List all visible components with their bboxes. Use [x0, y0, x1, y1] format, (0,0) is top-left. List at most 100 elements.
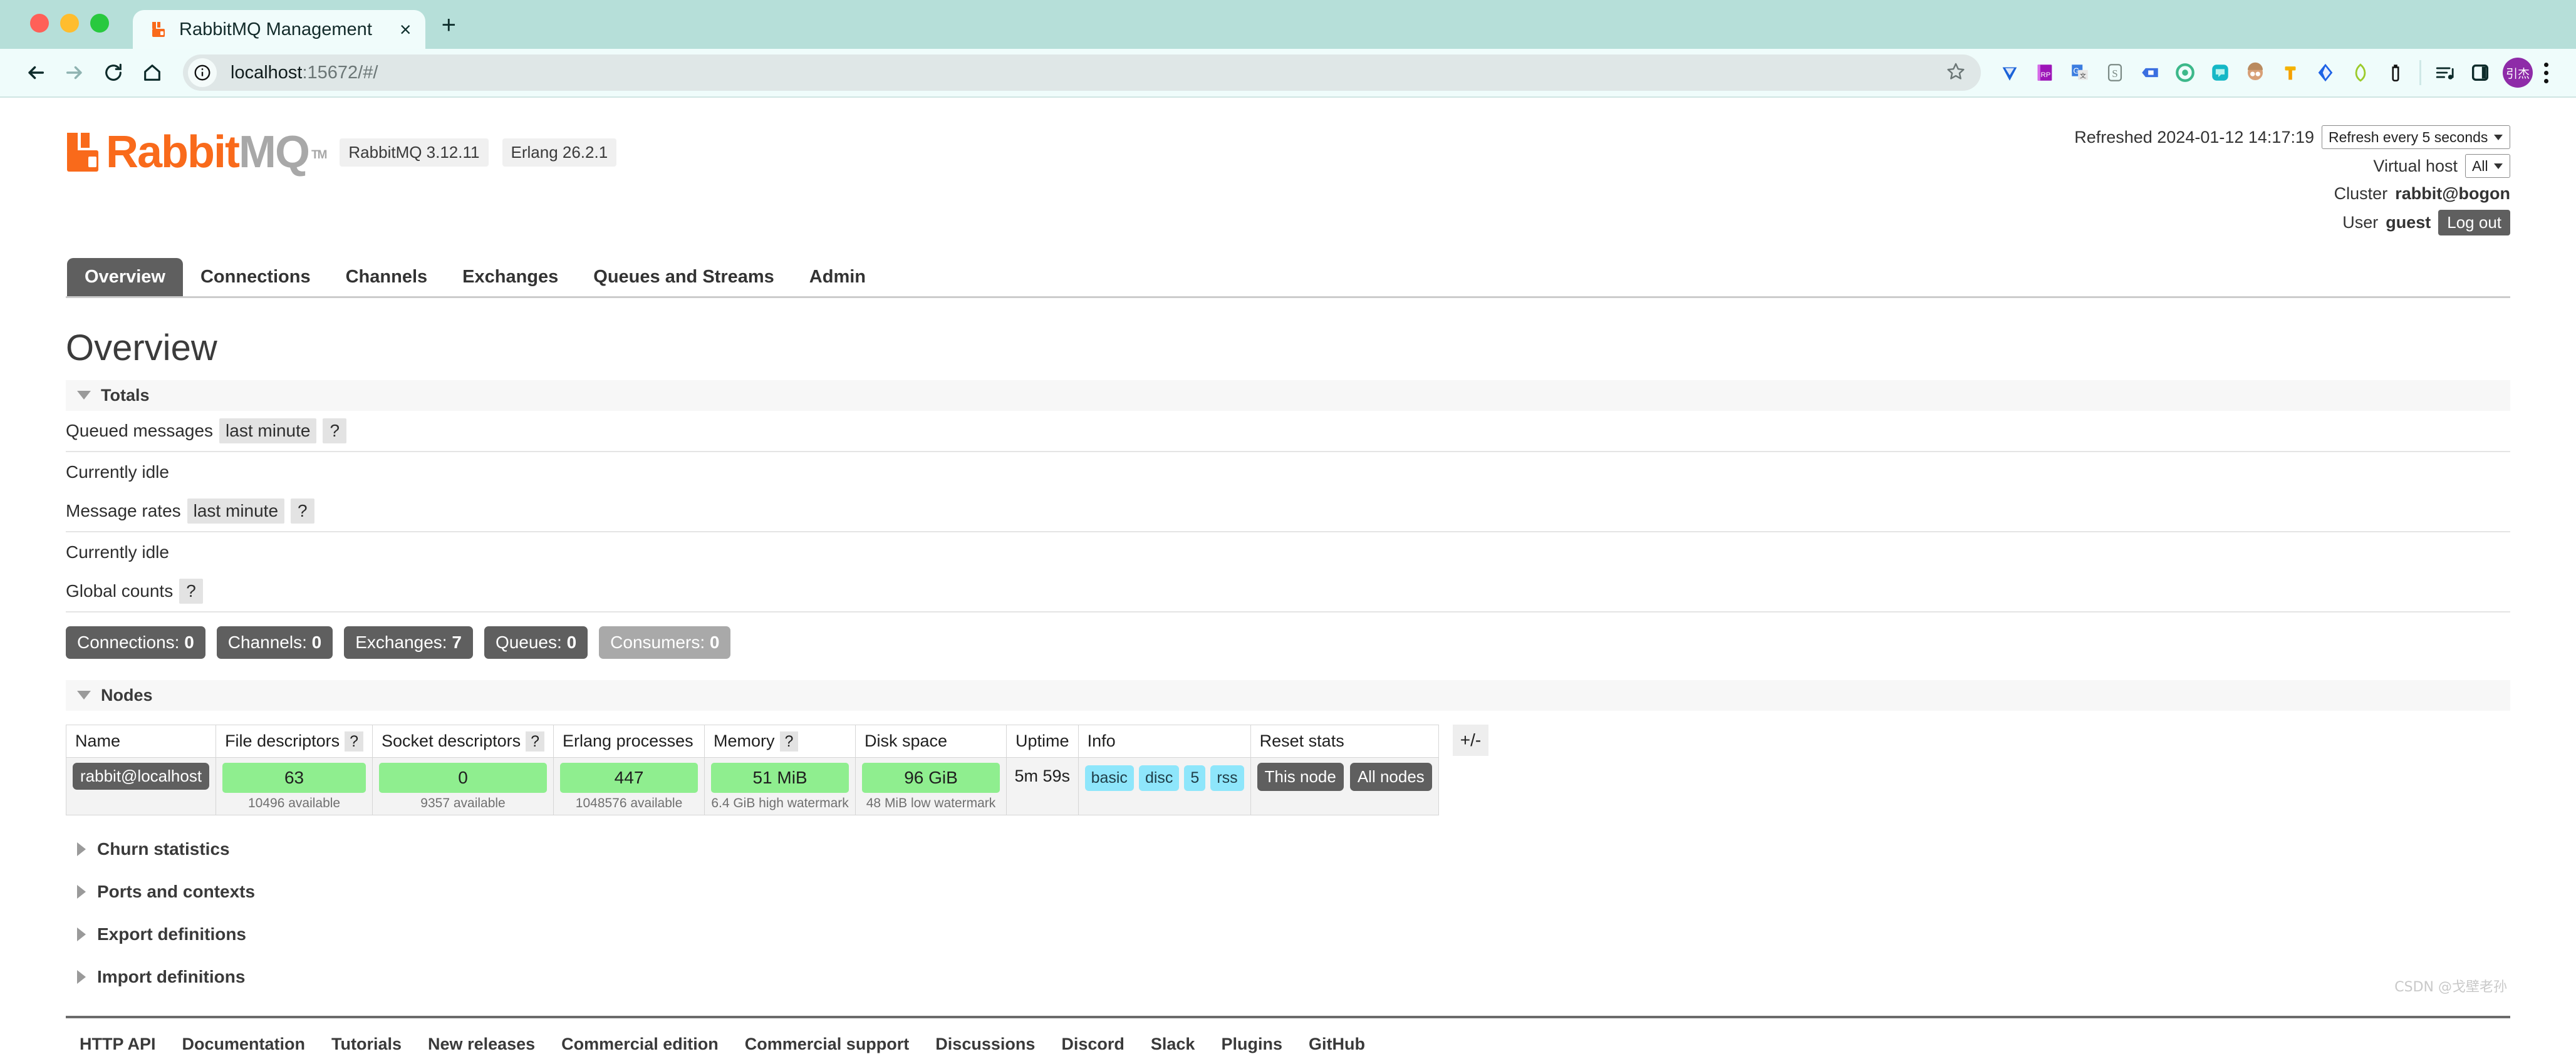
ext-google-translate-icon[interactable]: G文 [2062, 55, 2097, 90]
info-chip-basic[interactable]: basic [1084, 765, 1134, 791]
bookmark-star-icon[interactable] [1946, 61, 1966, 85]
col-reset-stats[interactable]: Reset stats [1250, 724, 1439, 758]
forward-arrow-icon[interactable] [55, 53, 94, 92]
footer-link-commercial-edition[interactable]: Commercial edition [561, 1035, 719, 1054]
col-erlang-processes[interactable]: Erlang processes [553, 724, 705, 758]
ext-hammer-orange-icon[interactable] [2273, 55, 2308, 90]
totals-section-header[interactable]: Totals [66, 380, 2510, 411]
col-socket-descriptors[interactable]: Socket descriptors? [372, 724, 554, 758]
tab-queues-and-streams[interactable]: Queues and Streams [576, 258, 792, 296]
section-export-definitions[interactable]: Export definitions [66, 913, 2510, 956]
badge-exchanges[interactable]: Exchanges: 7 [344, 626, 473, 659]
file-descriptors-bar: 63 [222, 762, 366, 793]
logout-button[interactable]: Log out [2438, 209, 2510, 235]
memory-sub: 6.4 GiB high watermark [711, 795, 849, 810]
queued-messages-help-icon[interactable]: ? [323, 418, 347, 443]
node-name-pill[interactable]: rabbit@localhost [73, 762, 210, 790]
rabbitmq-logo-icon [66, 132, 106, 173]
col-file-descriptors[interactable]: File descriptors? [216, 724, 373, 758]
footer-link-documentation[interactable]: Documentation [182, 1035, 306, 1054]
nodes-section-header[interactable]: Nodes [66, 679, 2510, 711]
footer-link-slack[interactable]: Slack [1151, 1035, 1195, 1054]
ext-s-badge-icon[interactable]: S [2097, 55, 2132, 90]
footer-link-github[interactable]: GitHub [1309, 1035, 1365, 1054]
footer-link-commercial-support[interactable]: Commercial support [745, 1035, 910, 1054]
global-counts-help-icon[interactable]: ? [179, 578, 203, 604]
back-arrow-icon[interactable] [16, 53, 55, 92]
close-window-button[interactable] [30, 14, 49, 33]
info-chip-disc[interactable]: disc [1138, 765, 1180, 791]
socket-descriptors-help-icon[interactable]: ? [526, 731, 545, 752]
tab-connections[interactable]: Connections [183, 258, 328, 296]
tab-admin[interactable]: Admin [792, 258, 883, 296]
address-bar-url: localhost:15672/#/ [231, 62, 378, 83]
reset-all-nodes-button[interactable]: All nodes [1349, 762, 1432, 791]
ext-diamond-blue-icon[interactable] [1992, 55, 2027, 90]
chevron-right-icon [77, 927, 86, 941]
badge-queues[interactable]: Queues: 0 [484, 626, 588, 659]
col-info[interactable]: Info [1078, 724, 1251, 758]
col-uptime[interactable]: Uptime [1006, 724, 1079, 758]
badge-channels[interactable]: Channels: 0 [216, 626, 333, 659]
footer-link-http-api[interactable]: HTTP API [80, 1035, 156, 1054]
message-rates-period-chip[interactable]: last minute [187, 498, 285, 524]
footer-link-discord[interactable]: Discord [1061, 1035, 1124, 1054]
new-tab-button[interactable]: + [442, 13, 456, 49]
info-chip-count[interactable]: 5 [1184, 765, 1206, 791]
footer-link-tutorials[interactable]: Tutorials [331, 1035, 402, 1054]
reload-icon[interactable] [94, 53, 133, 92]
profile-avatar[interactable]: 引杰 [2503, 58, 2533, 88]
kebab-menu-icon[interactable] [2538, 62, 2560, 83]
badge-consumers[interactable]: Consumers: 0 [599, 626, 731, 659]
close-icon[interactable]: × [400, 19, 412, 39]
reset-this-node-button[interactable]: This node [1257, 762, 1344, 791]
vhost-select[interactable]: All [2465, 154, 2510, 178]
footer-link-new-releases[interactable]: New releases [428, 1035, 535, 1054]
memory-help-icon[interactable]: ? [779, 731, 799, 752]
home-icon[interactable] [133, 53, 172, 92]
message-rates-help-icon[interactable]: ? [291, 498, 314, 524]
cell-file-descriptors: 63 10496 available [216, 757, 373, 815]
footer-link-plugins[interactable]: Plugins [1221, 1035, 1282, 1054]
info-chip-rss[interactable]: rss [1210, 765, 1244, 791]
ext-bookmark-blue-icon[interactable] [2132, 55, 2168, 90]
minimize-window-button[interactable] [60, 14, 79, 33]
ext-diamond-blue-2-icon[interactable] [2308, 55, 2343, 90]
toggle-columns-button[interactable]: +/- [1452, 724, 1489, 756]
svg-text:文: 文 [2080, 72, 2086, 80]
tab-channels[interactable]: Channels [328, 258, 445, 296]
refresh-interval-select[interactable]: Refresh every 5 seconds [2322, 125, 2510, 149]
ext-rp-purple-icon[interactable]: RP [2027, 55, 2062, 90]
watermark: CSDN @戈壁老孙 [2394, 979, 2507, 995]
col-memory[interactable]: Memory? [704, 724, 856, 758]
col-name[interactable]: Name [65, 724, 217, 758]
section-ports-and-contexts[interactable]: Ports and contexts [66, 871, 2510, 913]
file-descriptors-sub: 10496 available [247, 795, 341, 810]
refresh-interval-select-wrap: Refresh every 5 seconds [2322, 125, 2510, 149]
media-list-icon[interactable] [2428, 55, 2463, 90]
chevron-right-icon [77, 884, 86, 899]
section-import-definitions[interactable]: Import definitions [66, 956, 2510, 998]
address-bar[interactable]: localhost:15672/#/ [183, 54, 1981, 91]
browser-tab[interactable]: RabbitMQ Management × [133, 10, 425, 49]
col-disk-space[interactable]: Disk space [855, 724, 1007, 758]
maximize-window-button[interactable] [90, 14, 109, 33]
badge-connections[interactable]: Connections: 0 [66, 626, 205, 659]
tab-exchanges[interactable]: Exchanges [445, 258, 576, 296]
footer-link-discussions[interactable]: Discussions [935, 1035, 1035, 1054]
table-row: rabbit@localhost 63 10496 available 0 93… [65, 757, 1439, 815]
ext-chat-teal-icon[interactable] [2203, 55, 2238, 90]
socket-descriptors-bar: 0 [379, 762, 548, 793]
file-descriptors-help-icon[interactable]: ? [345, 731, 364, 752]
queued-messages-period-chip[interactable]: last minute [219, 418, 317, 443]
ext-leaf-green-icon[interactable] [2343, 55, 2378, 90]
global-counts-label: Global counts [66, 581, 174, 601]
extensions-row: RP G文 S 引杰 [1992, 55, 2560, 90]
ext-openai-icon[interactable] [2168, 55, 2203, 90]
info-circle-icon[interactable] [188, 58, 217, 87]
ext-face-avatar-icon[interactable] [2238, 55, 2273, 90]
side-panel-icon[interactable] [2463, 55, 2498, 90]
tab-overview[interactable]: Overview [67, 257, 183, 296]
section-churn-statistics[interactable]: Churn statistics [66, 828, 2510, 871]
ext-bottle-dark-icon[interactable] [2378, 55, 2413, 90]
